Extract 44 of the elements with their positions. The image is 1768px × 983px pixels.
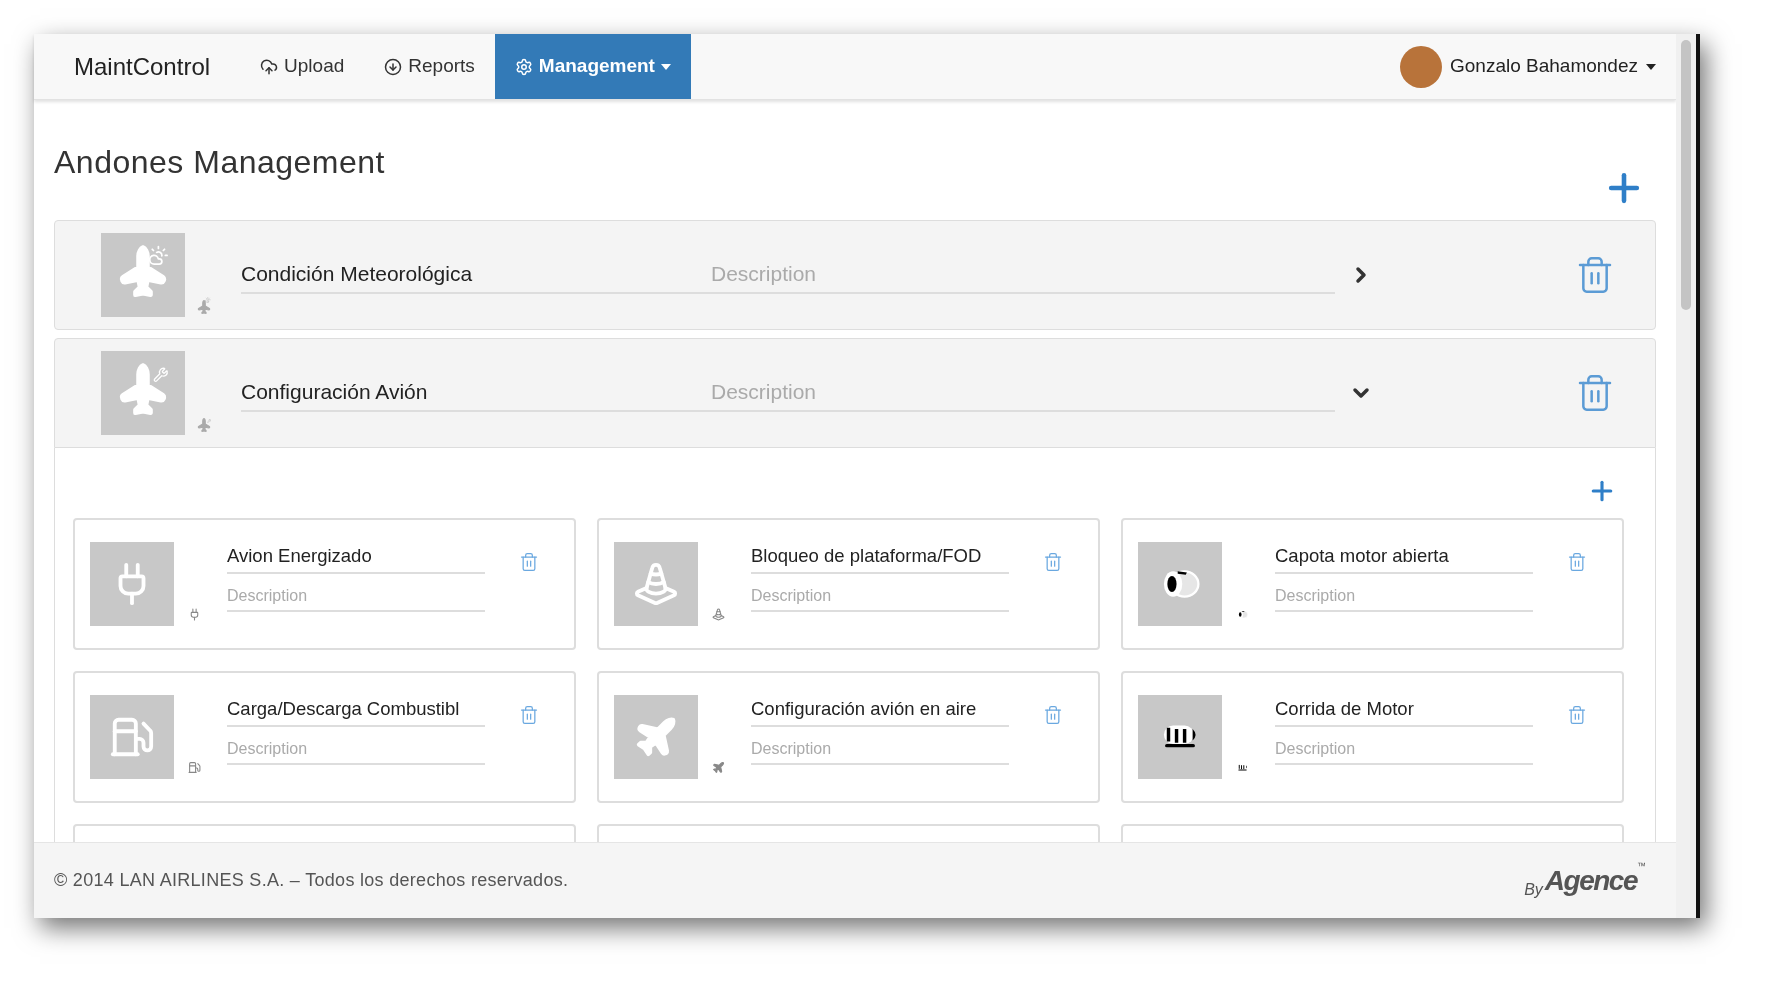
description-input[interactable]: Description bbox=[751, 736, 1009, 765]
brand-name[interactable]: MaintControl bbox=[74, 48, 211, 85]
andon-small-icon bbox=[197, 419, 211, 433]
name-input[interactable]: Capota motor abierta bbox=[1275, 542, 1533, 574]
name-input[interactable]: Carga/Descarga Combustibl bbox=[227, 695, 485, 727]
delete-button[interactable] bbox=[1567, 705, 1587, 725]
delete-button[interactable] bbox=[519, 552, 539, 572]
andon-small-icon bbox=[712, 761, 725, 774]
delete-button[interactable] bbox=[519, 705, 539, 725]
name-input[interactable]: Condición Meteorológica bbox=[241, 256, 711, 292]
andon-small-icon bbox=[1236, 608, 1249, 621]
delete-button[interactable] bbox=[1043, 552, 1063, 572]
nav-link[interactable]: Reports bbox=[364, 34, 495, 99]
scrollbar-thumb[interactable] bbox=[1681, 40, 1691, 310]
brand-prefix: By bbox=[1524, 880, 1543, 900]
description-input[interactable]: Description bbox=[227, 736, 485, 765]
name-input[interactable]: Bloqueo de plataforma/FOD bbox=[751, 542, 1009, 574]
description-input[interactable]: Description bbox=[711, 374, 1335, 410]
nav-link[interactable]: Upload bbox=[240, 34, 365, 99]
description-input[interactable]: Description bbox=[1275, 736, 1533, 765]
name-input[interactable]: Configuración Avión bbox=[241, 374, 711, 410]
name-input[interactable]: Corrida de Motor bbox=[1275, 695, 1533, 727]
page-title: Andones Management bbox=[54, 143, 385, 182]
brand-logo: Agence bbox=[1544, 863, 1637, 896]
description-input[interactable]: Description bbox=[227, 583, 485, 612]
settings-icon bbox=[514, 57, 533, 76]
avatar bbox=[1400, 45, 1442, 88]
description-input[interactable]: Description bbox=[711, 256, 1335, 292]
description-input[interactable]: Description bbox=[1275, 583, 1533, 612]
user-menu[interactable]: Gonzalo Bahamondez bbox=[1400, 34, 1656, 99]
cloud-upload-icon bbox=[260, 57, 279, 76]
andon-small-icon bbox=[712, 608, 725, 621]
delete-button[interactable] bbox=[1043, 705, 1063, 725]
copyright-text: © 2014 LAN AIRLINES S.A. – Todos los derechos reservados. bbox=[54, 869, 569, 892]
description-input[interactable]: Description bbox=[751, 583, 1009, 612]
circle-arrow-down-icon bbox=[384, 57, 403, 76]
caret-icon bbox=[1646, 63, 1656, 70]
nav-link[interactable]: Management bbox=[494, 34, 691, 99]
delete-button[interactable] bbox=[1567, 552, 1587, 572]
name-input[interactable]: Configuración avión en aire bbox=[751, 695, 1009, 727]
andon-small-icon bbox=[188, 608, 201, 621]
andon-small-icon bbox=[188, 761, 201, 774]
trademark-mark: ™ bbox=[1637, 859, 1646, 871]
name-input[interactable]: Avion Energizado bbox=[227, 542, 485, 574]
